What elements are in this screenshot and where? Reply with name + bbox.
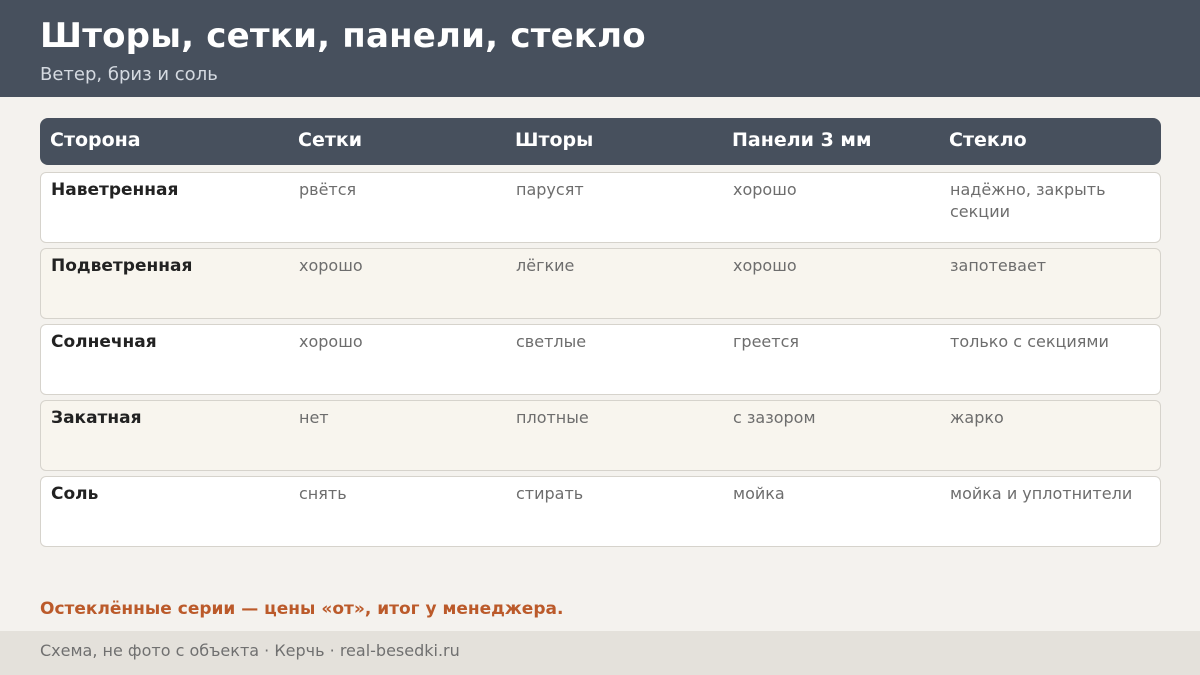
cell-panels: мойка [733, 484, 785, 503]
column-header-curtains: Шторы [515, 129, 594, 151]
column-header-nets: Сетки [298, 129, 363, 151]
cell-curtains: светлые [516, 332, 587, 351]
table-header: Сторона Сетки Шторы Панели 3 мм Стекло [40, 118, 1161, 165]
cell-nets: хорошо [299, 332, 363, 351]
cell-nets: хорошо [299, 256, 363, 275]
cell-nets: рвётся [299, 180, 357, 199]
cell-curtains: лёгкие [516, 256, 575, 275]
cell-curtains: плотные [516, 408, 589, 427]
cell-glass: только с секциями [950, 332, 1109, 351]
cell-curtains: парусят [516, 180, 584, 199]
cell-curtains: стирать [516, 484, 584, 503]
cell-panels: хорошо [733, 256, 797, 275]
row-side-label: Наветренная [51, 180, 179, 200]
page: Шторы, сетки, панели, стекло Ветер, бриз… [0, 0, 1200, 675]
row-side-label: Подветренная [51, 256, 193, 276]
footer-text: Схема, не фото с объекта · Керчь · real-… [40, 641, 460, 660]
column-header-side: Сторона [50, 129, 141, 151]
row-side-label: Закатная [51, 408, 142, 428]
table-row: Солнечная хорошо светлые греется только … [40, 324, 1161, 395]
cell-panels: с зазором [733, 408, 816, 427]
table-row: Наветренная рвётся парусят хорошо надёжн… [40, 172, 1161, 243]
page-subtitle: Ветер, бриз и соль [40, 64, 218, 85]
cell-glass: надёжно, закрыть секции [950, 180, 1106, 221]
row-side-label: Солнечная [51, 332, 157, 352]
footer-bar: Схема, не фото с объекта · Керчь · real-… [0, 631, 1200, 675]
cell-panels: греется [733, 332, 799, 351]
cell-glass: запотевает [950, 256, 1047, 275]
table-row: Закатная нет плотные с зазором жарко [40, 400, 1161, 471]
page-title: Шторы, сетки, панели, стекло [40, 16, 646, 56]
cell-nets: нет [299, 408, 329, 427]
pricing-note: Остеклённые серии — цены «от», итог у ме… [40, 599, 564, 619]
column-header-panels: Панели 3 мм [732, 129, 872, 151]
cell-nets: снять [299, 484, 347, 503]
cell-glass: жарко [950, 408, 1004, 427]
table-row: Подветренная хорошо лёгкие хорошо запоте… [40, 248, 1161, 319]
header-banner: Шторы, сетки, панели, стекло Ветер, бриз… [0, 0, 1200, 97]
table-row: Соль снять стирать мойка мойка и уплотни… [40, 476, 1161, 547]
row-side-label: Соль [51, 484, 99, 504]
column-header-glass: Стекло [949, 129, 1027, 151]
cell-glass: мойка и уплотнители [950, 484, 1133, 503]
cell-panels: хорошо [733, 180, 797, 199]
